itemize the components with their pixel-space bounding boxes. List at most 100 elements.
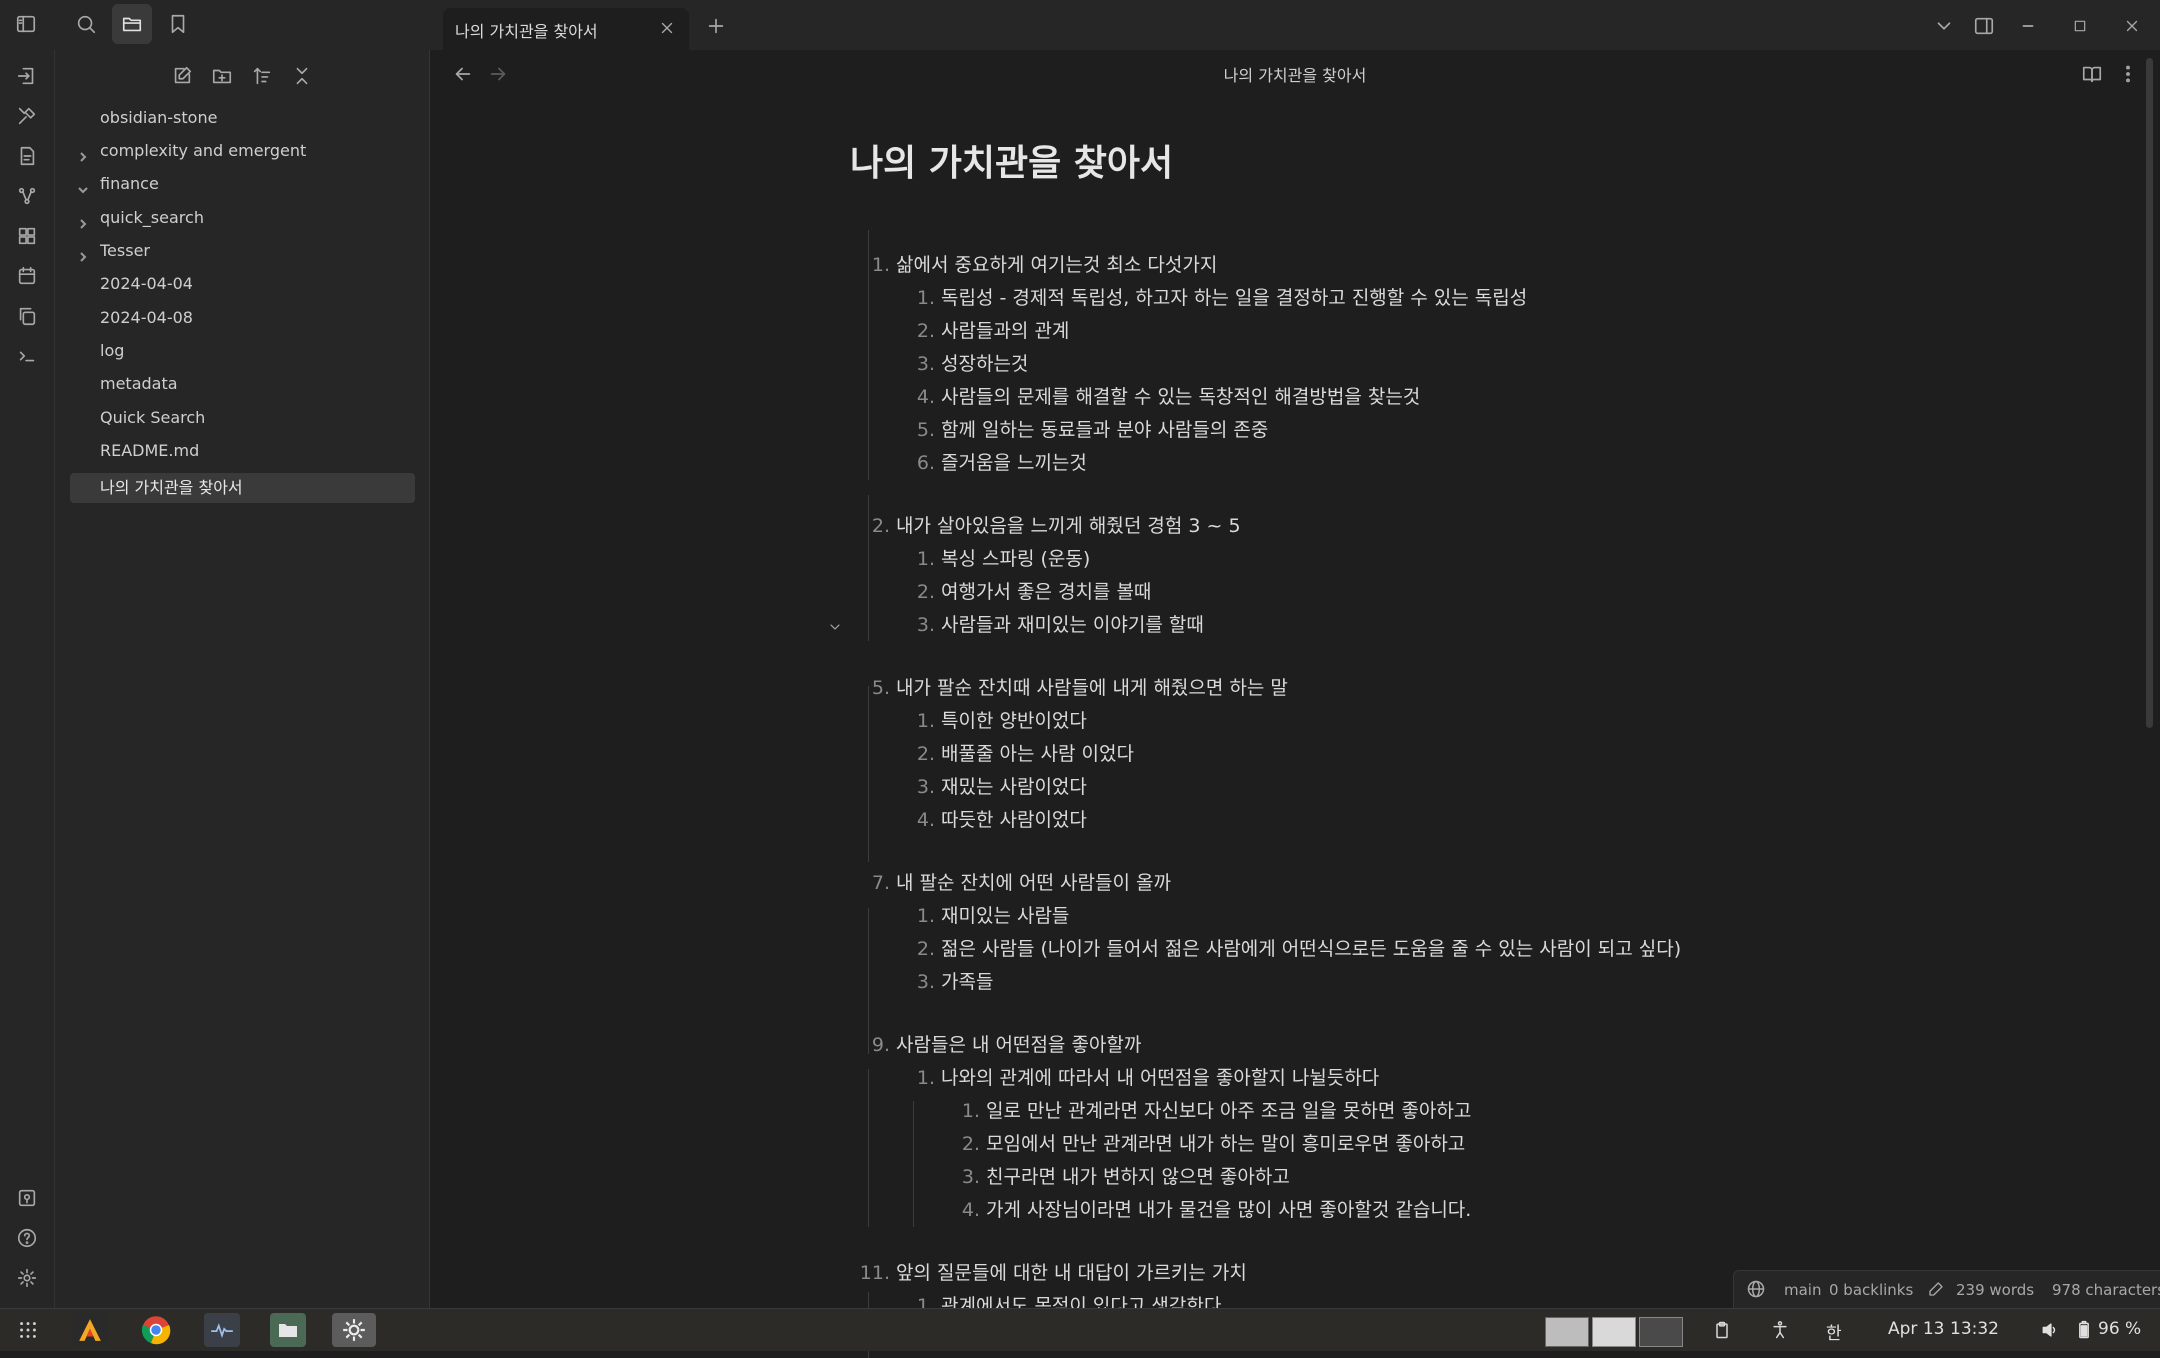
tree-folder-finance[interactable]: finance	[70, 169, 415, 199]
list-item[interactable]: 6. 즐거움을 느끼는것	[895, 450, 1087, 476]
close-window-icon[interactable]	[2112, 6, 2152, 46]
tree-folder-complexity[interactable]: complexity and emergent	[70, 136, 415, 166]
settings-app-icon[interactable]	[332, 1313, 376, 1347]
tab-current-note[interactable]: 나의 가치관을 찾아서	[443, 8, 689, 50]
list-item[interactable]: 2. 여행가서 좋은 경치를 볼때	[895, 579, 1152, 605]
list-item[interactable]: 1. 재미있는 사람들	[895, 903, 1070, 929]
tree-file[interactable]: log	[70, 336, 415, 366]
list-item[interactable]: 9. 사람들은 내 어떤점을 좋아할까	[850, 1032, 1142, 1058]
accessibility-icon[interactable]	[1760, 1310, 1800, 1350]
alacritty-app-icon[interactable]	[72, 1313, 108, 1347]
list-item[interactable]: 5. 내가 팔순 잔치때 사람들에 내게 해줬으면 하는 말	[850, 675, 1288, 701]
list-item-text: 복싱 스파링 (운동)	[941, 548, 1091, 570]
list-item-text: 사람들과 재미있는 이야기를 할때	[941, 614, 1204, 636]
list-item[interactable]: 4. 사람들의 문제를 해결할 수 있는 독창적인 해결방법을 찾는것	[895, 384, 1420, 410]
workspace-1[interactable]	[1545, 1317, 1589, 1347]
tree-file[interactable]: metadata	[70, 369, 415, 399]
search-icon[interactable]	[66, 4, 106, 44]
list-item[interactable]: 1. 특이한 양반이었다	[895, 708, 1087, 734]
backlinks-count[interactable]: 0 backlinks	[1829, 1281, 1913, 1299]
clock-date[interactable]: Apr 13	[1888, 1319, 1944, 1339]
tree-file-active[interactable]: 나의 가치관을 찾아서	[70, 473, 415, 503]
canvas-grid-icon[interactable]	[7, 216, 47, 256]
git-branch-label[interactable]: main	[1784, 1281, 1821, 1299]
list-item-text: 재미있는 사람들	[941, 905, 1070, 927]
list-item[interactable]: 2. 모임에서 만난 관계라면 내가 하는 말이 흥미로우면 좋아하고	[940, 1131, 1465, 1157]
input-method-indicator[interactable]: 한	[1826, 1319, 1842, 1344]
list-item[interactable]: 3. 성장하는것	[895, 351, 1029, 377]
list-item[interactable]: 2. 배풀줄 아는 사람 이었다	[895, 741, 1134, 767]
vault-switcher-icon[interactable]	[7, 1178, 47, 1218]
tree-file[interactable]: README.md	[70, 436, 415, 466]
system-monitor-icon[interactable]	[204, 1313, 240, 1347]
tools-icon[interactable]	[7, 96, 47, 136]
reading-view-book-icon[interactable]	[2072, 54, 2112, 94]
calendar-icon[interactable]	[7, 256, 47, 296]
note-title[interactable]: 나의 가치관을 찾아서	[850, 134, 1173, 186]
sidebar-toggle-icon[interactable]	[6, 4, 46, 44]
open-quick-switcher-icon[interactable]	[7, 56, 47, 96]
tree-file[interactable]: 2024-04-08	[70, 303, 415, 333]
settings-gear-icon[interactable]	[7, 1258, 47, 1298]
status-bar: main 0 backlinks 239 words 978 character…	[1733, 1270, 2160, 1309]
list-item[interactable]: 3. 친구라면 내가 변하지 않으면 좋아하고	[940, 1164, 1290, 1190]
new-note-icon[interactable]	[162, 56, 202, 96]
list-item[interactable]: 3. 가족들	[895, 969, 994, 995]
list-number: 2.	[871, 515, 890, 537]
list-item[interactable]: 3. 재밌는 사람이었다	[895, 774, 1087, 800]
list-item-text: 가족들	[941, 971, 994, 993]
list-item[interactable]: 3. 사람들과 재미있는 이야기를 할때	[895, 612, 1204, 638]
tree-folder-quick-search[interactable]: quick_search	[70, 203, 415, 233]
list-item[interactable]: 2. 내가 살아있음을 느끼게 해줬던 경험 3 ~ 5	[850, 513, 1241, 539]
chevron-down-icon[interactable]	[1924, 6, 1964, 46]
list-item[interactable]: 2. 젊은 사람들 (나이가 들어서 젊은 사람에게 어떤식으로든 도움을 줄 수…	[895, 936, 1681, 962]
list-item[interactable]: 1. 나와의 관계에 따라서 내 어떤점을 좋아할지 나뉠듯하다	[895, 1065, 1379, 1091]
list-item[interactable]: 1. 일로 만난 관계라면 자신보다 아주 조금 일을 못하면 좋아하고	[940, 1098, 1471, 1124]
clock-time[interactable]: 13:32	[1950, 1319, 1999, 1339]
list-item[interactable]: 1. 복싱 스파링 (운동)	[895, 546, 1090, 572]
collapse-all-icon[interactable]	[282, 56, 322, 96]
sort-icon[interactable]	[242, 56, 282, 96]
help-icon[interactable]	[7, 1218, 47, 1258]
template-file-icon[interactable]	[7, 136, 47, 176]
minimize-icon[interactable]	[2008, 6, 2048, 46]
list-item[interactable]: 2. 사람들과의 관계	[895, 318, 1070, 344]
right-sidebar-toggle-icon[interactable]	[1964, 6, 2004, 46]
chrome-browser-icon[interactable]	[138, 1313, 174, 1347]
more-options-icon[interactable]	[2108, 54, 2148, 94]
copy-icon[interactable]	[7, 296, 47, 336]
maximize-icon[interactable]	[2060, 6, 2100, 46]
workspace-2[interactable]	[1592, 1317, 1636, 1347]
clipboard-icon[interactable]	[1702, 1310, 1742, 1350]
list-item[interactable]: 1. 독립성 - 경제적 독립성, 하고자 하는 일을 결정하고 진행할 수 있는…	[895, 285, 1527, 311]
tree-file[interactable]: 2024-04-04	[70, 269, 415, 299]
file-manager-icon[interactable]	[270, 1313, 306, 1347]
globe-sync-icon[interactable]	[1738, 1271, 1774, 1307]
tree-file[interactable]: Quick Search	[70, 403, 415, 433]
list-item[interactable]: 11. 앞의 질문들에 대한 내 대답이 가르키는 가치	[850, 1260, 1247, 1286]
edit-pencil-icon[interactable]	[1918, 1271, 1954, 1307]
editor-scrollbar[interactable]	[2146, 58, 2153, 728]
bookmark-icon[interactable]	[158, 4, 198, 44]
new-folder-icon[interactable]	[202, 56, 242, 96]
note-header-title[interactable]: 나의 가치관을 찾아서	[430, 62, 2160, 86]
vault-root[interactable]: obsidian-stone	[70, 103, 415, 133]
list-item[interactable]: 7. 내 팔순 잔치에 어떤 사람들이 올까	[850, 870, 1171, 896]
close-tab-icon[interactable]	[649, 10, 685, 46]
list-item-text: 모임에서 만난 관계라면 내가 하는 말이 흥미로우면 좋아하고	[986, 1133, 1466, 1155]
new-tab-plus-icon[interactable]	[696, 6, 736, 46]
indent-guide	[868, 686, 869, 862]
list-item-text: 특이한 양반이었다	[941, 710, 1087, 732]
tree-folder-tesser[interactable]: Tesser	[70, 236, 415, 266]
list-item[interactable]: 4. 따듯한 사람이었다	[895, 807, 1087, 833]
terminal-icon[interactable]	[7, 336, 47, 376]
graph-view-icon[interactable]	[7, 176, 47, 216]
list-item[interactable]: 4. 가게 사장님이라면 내가 물건을 많이 사면 좋아할것 같습니다.	[940, 1197, 1471, 1223]
workspace-3[interactable]	[1639, 1317, 1683, 1347]
list-number: 1.	[916, 710, 935, 732]
fold-chevron-icon[interactable]	[823, 615, 847, 639]
files-folder-icon[interactable]	[112, 4, 152, 44]
list-item[interactable]: 1. 삶에서 중요하게 여기는것 최소 다섯가지	[850, 252, 1217, 278]
list-item[interactable]: 5. 함께 일하는 동료들과 분야 사람들의 존중	[895, 417, 1269, 443]
app-grid-icon[interactable]	[8, 1310, 48, 1350]
